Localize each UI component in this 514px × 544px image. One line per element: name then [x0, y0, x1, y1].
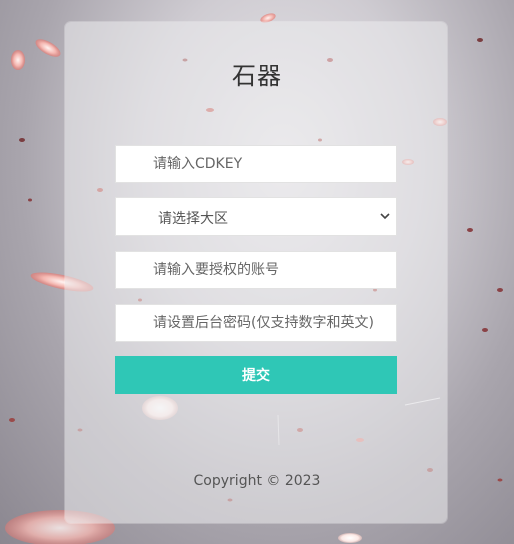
region-select-value: 请选择大区: [158, 211, 228, 227]
cdkey-input[interactable]: [115, 145, 397, 183]
password-input[interactable]: [115, 304, 397, 342]
submit-button[interactable]: 提交: [115, 356, 397, 394]
region-select[interactable]: 请选择大区: [115, 197, 397, 236]
copyright-text: Copyright © 2023: [193, 473, 321, 489]
page-title: 石器: [232, 62, 282, 90]
chevron-down-icon: [380, 213, 390, 220]
account-input[interactable]: [115, 251, 397, 289]
